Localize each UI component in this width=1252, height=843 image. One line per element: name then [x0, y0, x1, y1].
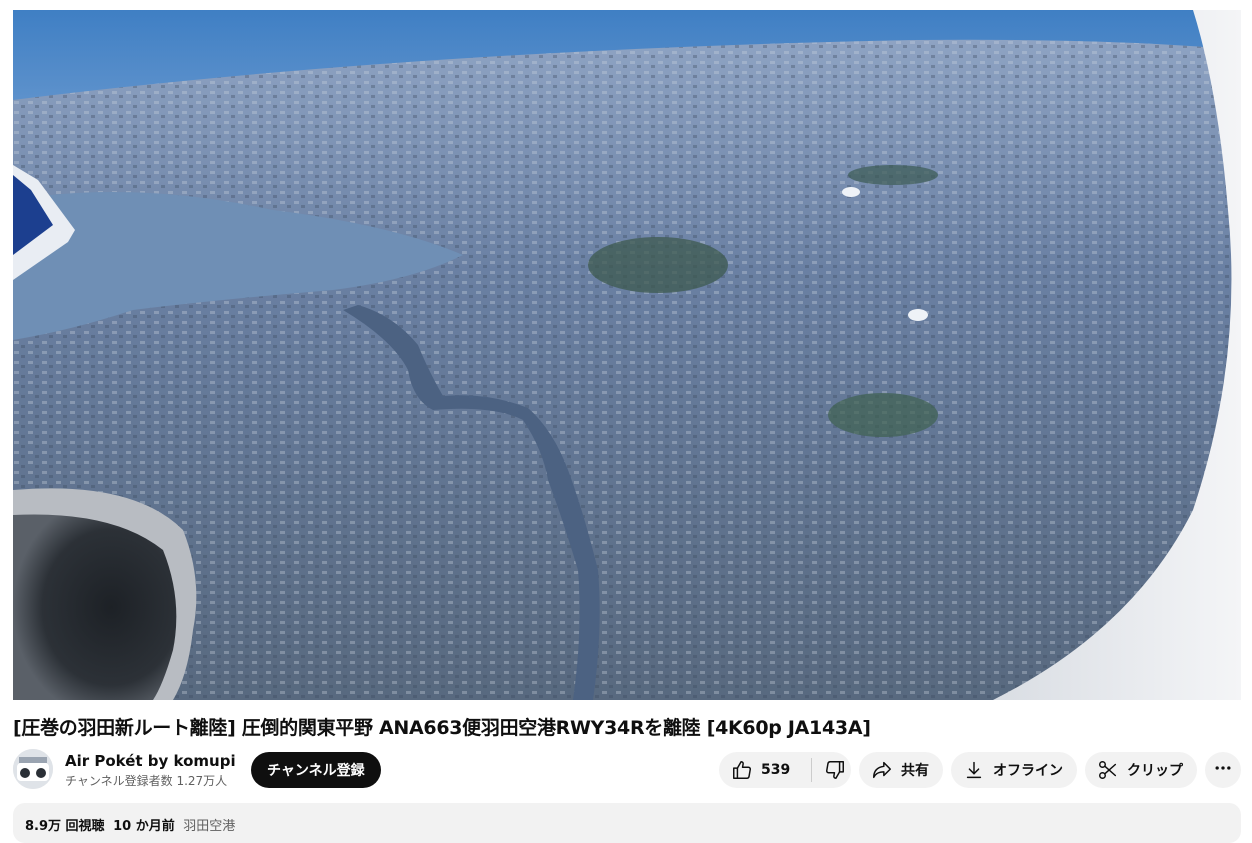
owner-row: Air Pokét by komupi チャンネル登録者数 1.27万人 チャン…	[13, 748, 1241, 790]
offline-button[interactable]: オフライン	[951, 752, 1077, 788]
subscribe-button[interactable]: チャンネル登録	[251, 752, 381, 788]
more-horizontal-icon	[1213, 758, 1233, 782]
video-frame	[13, 10, 1241, 700]
like-button[interactable]: 539	[719, 759, 811, 781]
thumbs-down-icon	[824, 759, 846, 781]
download-icon	[963, 759, 985, 781]
location-tag[interactable]: 羽田空港	[183, 819, 235, 834]
share-button[interactable]: 共有	[859, 752, 943, 788]
description-box[interactable]: 8.9万 回視聴 10 か月前 羽田空港	[13, 803, 1241, 843]
clip-button[interactable]: クリップ	[1085, 752, 1197, 788]
like-count: 539	[761, 762, 791, 778]
video-player[interactable]	[13, 10, 1241, 700]
view-count: 8.9万 回視聴	[25, 819, 105, 834]
scissors-icon	[1097, 759, 1119, 781]
clip-label: クリップ	[1127, 763, 1183, 779]
like-dislike-group: 539	[719, 752, 851, 788]
description-meta: 8.9万 回視聴 10 か月前 羽田空港	[25, 815, 239, 834]
share-label: 共有	[901, 763, 929, 779]
offline-label: オフライン	[993, 763, 1063, 779]
dislike-button[interactable]	[812, 759, 846, 781]
subscriber-count: チャンネル登録者数 1.27万人	[65, 774, 228, 788]
thumbs-up-icon	[731, 759, 753, 781]
upload-age: 10 か月前	[113, 819, 175, 834]
share-icon	[871, 759, 893, 781]
avatar-image	[13, 749, 53, 789]
more-actions-button[interactable]	[1205, 752, 1241, 788]
channel-name[interactable]: Air Pokét by komupi	[65, 752, 236, 770]
video-title: [圧巻の羽田新ルート離陸] 圧倒的関東平野 ANA663便羽田空港RWY34Rを…	[13, 717, 871, 739]
channel-avatar[interactable]	[13, 749, 53, 789]
